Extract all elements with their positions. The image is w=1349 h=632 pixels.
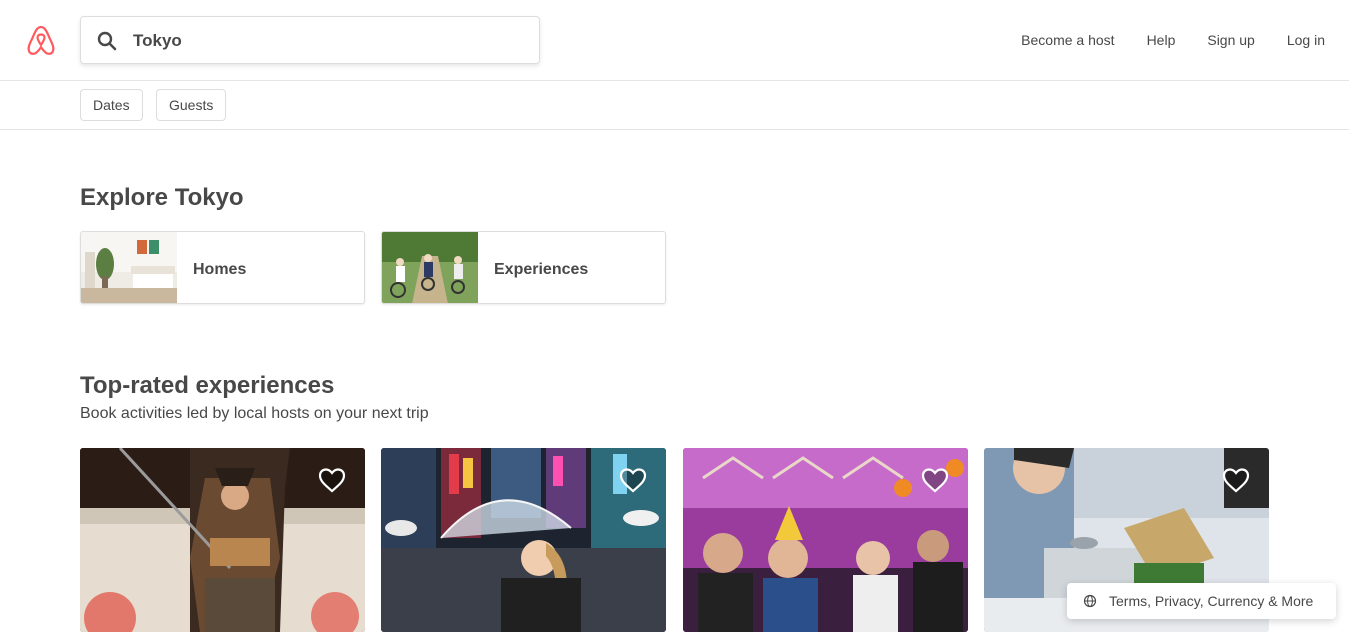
- footer-links-label: Terms, Privacy, Currency & More: [1109, 593, 1314, 609]
- explore-card-homes-label: Homes: [193, 261, 247, 278]
- homes-thumbnail: [81, 232, 177, 303]
- explore-card-experiences[interactable]: Experiences: [381, 231, 666, 304]
- nav-sign-up[interactable]: Sign up: [1199, 32, 1262, 48]
- experience-card[interactable]: [80, 448, 365, 632]
- filter-bar: Dates Guests: [0, 81, 1349, 130]
- dates-filter-button[interactable]: Dates: [80, 89, 143, 121]
- nav-become-a-host[interactable]: Become a host: [1013, 32, 1122, 48]
- explore-title: Explore Tokyo: [80, 184, 244, 211]
- experiences-thumbnail: [382, 232, 478, 303]
- heart-icon[interactable]: [618, 466, 648, 494]
- search-icon: [97, 31, 117, 51]
- explore-card-homes[interactable]: Homes: [80, 231, 365, 304]
- heart-icon[interactable]: [1221, 466, 1251, 494]
- search-box[interactable]: [80, 16, 540, 64]
- guests-filter-button[interactable]: Guests: [156, 89, 227, 121]
- header: Become a host Help Sign up Log in: [0, 0, 1349, 81]
- top-nav: Become a host Help Sign up Log in: [997, 0, 1333, 80]
- globe-icon: [1083, 594, 1097, 608]
- nav-help[interactable]: Help: [1139, 32, 1184, 48]
- experience-card[interactable]: [381, 448, 666, 632]
- footer-links-button[interactable]: Terms, Privacy, Currency & More: [1067, 583, 1336, 619]
- experiences-subtitle: Book activities led by local hosts on yo…: [80, 405, 429, 422]
- heart-icon[interactable]: [920, 466, 950, 494]
- airbnb-logo-icon[interactable]: [26, 24, 56, 56]
- nav-log-in[interactable]: Log in: [1279, 32, 1333, 48]
- explore-card-experiences-label: Experiences: [494, 261, 589, 278]
- experience-card[interactable]: [683, 448, 968, 632]
- search-input[interactable]: [133, 27, 523, 55]
- experiences-title: Top-rated experiences: [80, 372, 335, 399]
- heart-icon[interactable]: [317, 466, 347, 494]
